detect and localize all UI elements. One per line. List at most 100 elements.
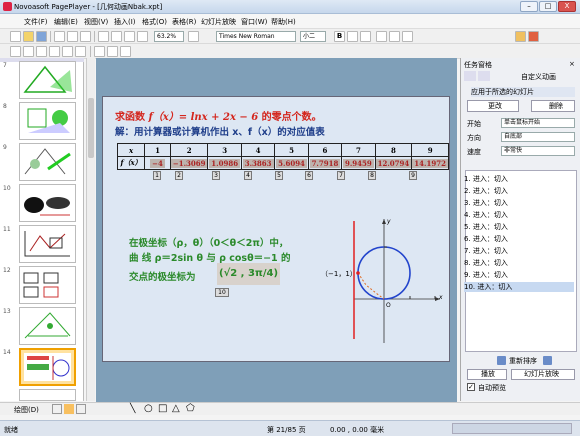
animation-item[interactable]: 8. 进入：切入	[464, 258, 508, 268]
undo-icon[interactable]	[137, 31, 148, 42]
cut-icon[interactable]	[98, 31, 109, 42]
slide-thumb-selected[interactable]	[19, 348, 76, 386]
new-icon[interactable]	[10, 31, 21, 42]
menu-format[interactable]: 格式(O)	[142, 17, 167, 27]
equation-icon[interactable]	[75, 46, 86, 57]
animation-item[interactable]: 9. 进入：切入	[464, 270, 508, 280]
start-select[interactable]: 单击鼠标开始	[501, 118, 575, 128]
status-bar: 就绪 第 21/85 页 0.00 , 0.00 毫米	[0, 420, 580, 436]
textbox-icon[interactable]	[36, 46, 47, 57]
menu-file[interactable]: 文件(F)	[24, 17, 48, 27]
slideshow-button[interactable]: 幻灯片放映	[511, 369, 575, 380]
help-icon[interactable]	[188, 31, 199, 42]
grid-icon[interactable]	[23, 46, 34, 57]
slide-thumb[interactable]	[19, 307, 76, 345]
slide[interactable]: 求函数 f（x）= lnx + 2x − 6 的零点个数。 解：用计算器或计算机…	[102, 96, 450, 362]
origin-label: O	[386, 302, 391, 309]
animation-item[interactable]: 2. 进入：切入	[464, 186, 508, 196]
anim-marker: 2	[175, 171, 183, 180]
rotate-icon[interactable]	[76, 404, 86, 414]
copy-icon[interactable]	[111, 31, 122, 42]
reorder-up-icon[interactable]	[497, 356, 506, 365]
delete-button[interactable]: 删除	[531, 100, 575, 112]
draw-menu[interactable]: 绘图(D)	[14, 405, 39, 415]
play-button[interactable]: 播放	[467, 369, 507, 380]
align-left-icon[interactable]	[376, 31, 387, 42]
line-icon[interactable]	[120, 46, 131, 57]
slide-thumb[interactable]	[19, 184, 76, 222]
polar-graph	[353, 219, 440, 343]
minimize-button[interactable]: –	[520, 1, 538, 12]
animation-item-selected[interactable]: 10. 进入：切入	[464, 282, 574, 292]
image-icon[interactable]	[49, 46, 60, 57]
align-center-icon[interactable]	[389, 31, 400, 42]
pentagon-tool-icon[interactable]: ⬠	[186, 403, 195, 414]
save-icon[interactable]	[36, 31, 47, 42]
app-icon	[3, 2, 12, 11]
change-button[interactable]: 更改	[467, 100, 519, 112]
line-tool-icon[interactable]: ╲	[130, 404, 135, 414]
arrow-icon[interactable]	[107, 46, 118, 57]
window-title: Novoasoft PagePlayer - [几何动画Nbak.xpt]	[14, 3, 163, 11]
play-icon[interactable]	[54, 31, 65, 42]
zoom-slider[interactable]	[452, 423, 572, 434]
menu-slideshow[interactable]: 幻灯片放映	[201, 17, 236, 27]
menu-view[interactable]: 视图(V)	[84, 17, 108, 27]
ungroup-icon[interactable]	[64, 404, 74, 414]
animation-item[interactable]: 4. 进入：切入	[464, 210, 508, 220]
close-icon[interactable]: ×	[569, 60, 575, 68]
menu-window[interactable]: 窗口(W)	[241, 17, 267, 27]
shape-icon[interactable]	[94, 46, 105, 57]
print-icon[interactable]	[67, 31, 78, 42]
thumbnail-scrollbar[interactable]	[86, 58, 95, 401]
slide-thumb[interactable]	[19, 225, 76, 263]
direction-select[interactable]: 自底部	[501, 132, 575, 142]
back-icon[interactable]	[464, 71, 476, 81]
animation-item[interactable]: 3. 进入：切入	[464, 198, 508, 208]
applies-label: 应用于所选的幻灯片	[471, 87, 575, 97]
underline-icon[interactable]	[360, 31, 371, 42]
thumb-number: 9	[3, 144, 7, 151]
zoom-select[interactable]: 63.2%	[154, 31, 184, 42]
font-color-icon[interactable]	[515, 31, 526, 42]
menu-help[interactable]: 帮助(H)	[271, 17, 296, 27]
animation-item[interactable]: 5. 进入：切入	[464, 222, 508, 232]
slide-thumb[interactable]	[19, 266, 76, 304]
size-select[interactable]: 小二	[300, 31, 326, 42]
highlight-icon[interactable]	[528, 31, 539, 42]
close-button[interactable]: X	[558, 1, 576, 12]
circle-tool-icon[interactable]: ○	[144, 403, 153, 414]
preview-icon[interactable]	[80, 31, 91, 42]
speed-select[interactable]: 非常快	[501, 146, 575, 156]
reorder-down-icon[interactable]	[543, 356, 552, 365]
font-select[interactable]: Times New Roman	[216, 31, 296, 42]
value-table: x123456789 f（x） −4 −1.3069 1.0986 3.3863…	[116, 143, 449, 170]
task-pane-header[interactable]: 自定义动画	[521, 72, 556, 82]
menu-edit[interactable]: 编辑(E)	[54, 17, 78, 27]
slide-thumb[interactable]	[19, 102, 76, 140]
italic-icon[interactable]	[347, 31, 358, 42]
select-icon[interactable]	[52, 404, 62, 414]
align-right-icon[interactable]	[402, 31, 413, 42]
thumb-number: 13	[3, 308, 11, 315]
triangle-tool-icon[interactable]: △	[172, 403, 180, 414]
maximize-button[interactable]: □	[539, 1, 557, 12]
anim-marker: 5	[275, 171, 283, 180]
slide-thumb[interactable]	[19, 61, 76, 99]
autopreview-checkbox[interactable]: ✓	[467, 383, 475, 391]
bold-icon[interactable]: B	[334, 31, 345, 42]
paste-icon[interactable]	[124, 31, 135, 42]
open-icon[interactable]	[23, 31, 34, 42]
animation-item[interactable]: 7. 进入：切入	[464, 246, 508, 256]
animation-item[interactable]: 6. 进入：切入	[464, 234, 508, 244]
thumb-number: 14	[3, 349, 11, 356]
menu-table[interactable]: 表格(R)	[172, 17, 196, 27]
slide-thumb[interactable]	[19, 143, 76, 181]
rect-tool-icon[interactable]: □	[158, 403, 167, 414]
chart-icon[interactable]	[62, 46, 73, 57]
menu-insert[interactable]: 插入(I)	[114, 17, 136, 27]
animation-item[interactable]: 1. 进入：切入	[464, 174, 508, 184]
table-icon[interactable]	[10, 46, 21, 57]
slide-thumb[interactable]	[19, 389, 76, 401]
forward-icon[interactable]	[478, 71, 490, 81]
